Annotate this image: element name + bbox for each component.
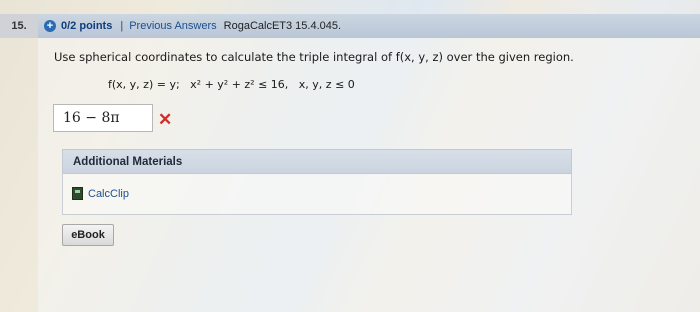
question-header: + 0/2 points | Previous Answers RogaCalc… — [38, 14, 700, 38]
additional-materials-header: Additional Materials — [62, 149, 572, 174]
calcclip-link[interactable]: CalcClip — [72, 187, 129, 200]
header-separator: | — [120, 20, 124, 32]
expand-plus-icon[interactable]: + — [44, 20, 56, 32]
calculator-icon — [72, 187, 83, 200]
previous-answers-link[interactable]: Previous Answers — [129, 20, 216, 32]
x-mark-icon: ✕ — [158, 110, 173, 129]
question-number: 15. — [0, 14, 38, 38]
points-label: 0/2 points — [61, 20, 113, 32]
additional-materials-body — [62, 174, 572, 215]
ebook-button[interactable]: eBook — [62, 224, 114, 246]
question-prompt: Use spherical coordinates to calculate t… — [54, 50, 574, 64]
question-formula: f(x, y, z) = y; x² + y² + z² ≤ 16, x, y,… — [108, 78, 355, 91]
calcclip-label: CalcClip — [88, 187, 129, 200]
course-code: RogaCalcET3 15.4.045. — [223, 20, 342, 32]
answer-input[interactable]: 16 − 8π — [53, 104, 153, 132]
